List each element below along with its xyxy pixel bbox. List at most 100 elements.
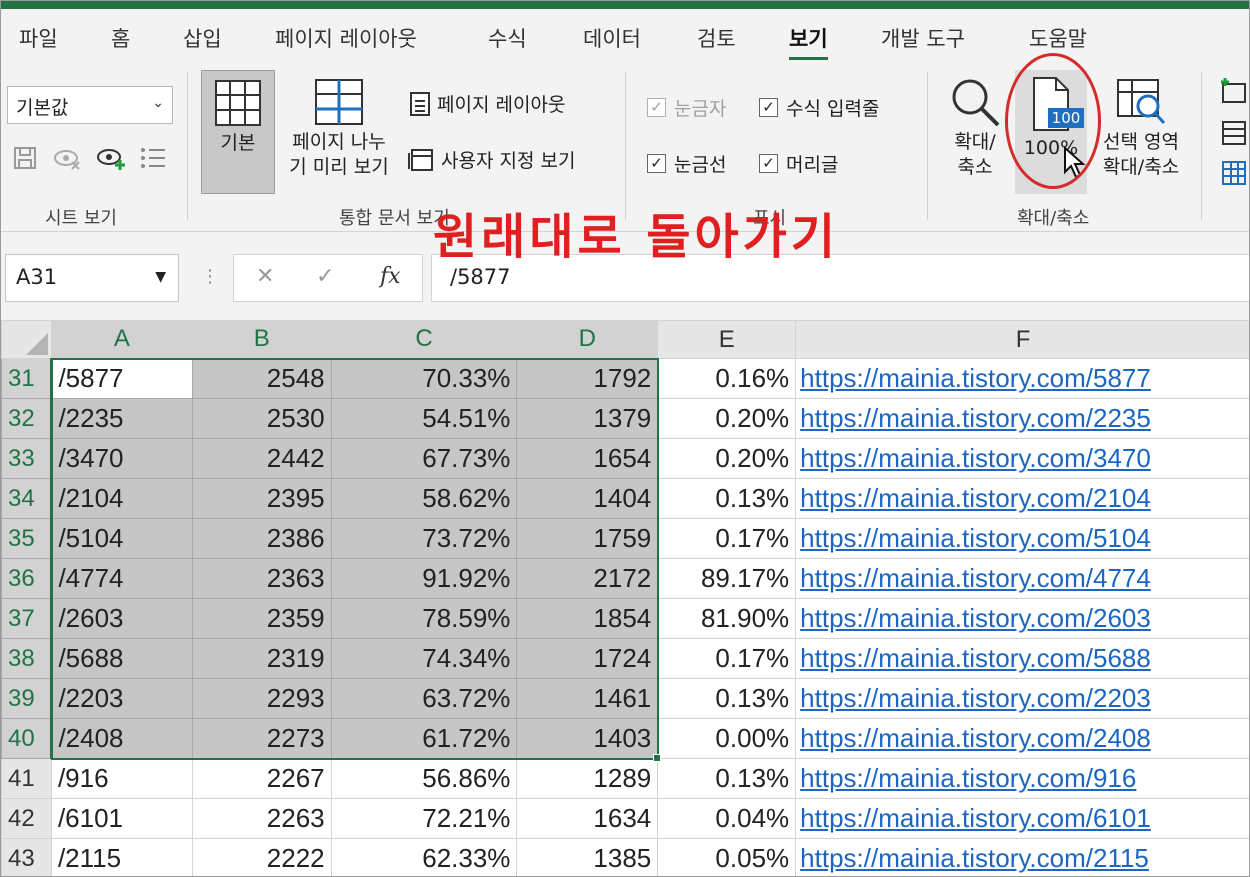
cell-f-link[interactable]: https://mainia.tistory.com/2603 — [795, 598, 1249, 639]
cell-c[interactable]: 56.86% — [330, 758, 518, 799]
cell-e[interactable]: 0.13% — [657, 478, 797, 519]
cell-a[interactable]: /4774 — [50, 558, 193, 599]
cell-e[interactable]: 0.13% — [657, 678, 797, 719]
row-header[interactable]: 33 — [1, 438, 53, 479]
tab-home[interactable]: 홈 — [111, 23, 130, 53]
row-header[interactable]: 31 — [1, 358, 53, 399]
cell-f-link[interactable]: https://mainia.tistory.com/2235 — [795, 398, 1249, 439]
tab-data[interactable]: 데이터 — [583, 23, 641, 53]
row-header[interactable]: 38 — [1, 638, 53, 679]
view-options-icon[interactable] — [137, 142, 169, 174]
cell-c[interactable]: 78.59% — [330, 598, 518, 639]
custom-views-button[interactable]: 사용자 지정 보기 — [407, 146, 575, 173]
cell-f-link[interactable]: https://mainia.tistory.com/3470 — [795, 438, 1249, 479]
column-header-e[interactable]: E — [657, 320, 797, 359]
cell-b[interactable]: 2395 — [191, 478, 332, 519]
cell-d[interactable]: 1385 — [516, 838, 659, 876]
page-break-preview-button[interactable]: 페이지 나누 기 미리 보기 — [277, 70, 401, 194]
fill-handle[interactable] — [653, 754, 661, 762]
cell-d[interactable]: 1461 — [516, 678, 659, 719]
cell-f-link[interactable]: https://mainia.tistory.com/5104 — [795, 518, 1249, 559]
cell-c[interactable]: 58.62% — [330, 478, 518, 519]
cell-f-link[interactable]: https://mainia.tistory.com/2408 — [795, 718, 1249, 759]
cell-e[interactable]: 0.17% — [657, 518, 797, 559]
ruler-checkbox[interactable]: ✓ 눈금자 — [647, 94, 726, 121]
cell-c[interactable]: 74.34% — [330, 638, 518, 679]
headings-checkbox[interactable]: ✓ 머리글 — [759, 150, 838, 177]
arrange-all-icon[interactable] — [1219, 120, 1247, 150]
tab-file[interactable]: 파일 — [19, 23, 58, 53]
cell-b[interactable]: 2530 — [191, 398, 332, 439]
cell-b[interactable]: 2319 — [191, 638, 332, 679]
new-view-icon[interactable] — [95, 142, 127, 174]
column-header-a[interactable]: A — [50, 320, 193, 360]
row-header[interactable]: 34 — [1, 478, 53, 519]
cell-a[interactable]: /5688 — [50, 638, 193, 679]
tab-view[interactable]: 보기 — [789, 23, 828, 60]
cell-d[interactable]: 1634 — [516, 798, 659, 839]
cell-a[interactable]: /5877 — [50, 358, 193, 399]
cell-e[interactable]: 0.13% — [657, 758, 797, 799]
tab-review[interactable]: 검토 — [697, 23, 736, 53]
cell-a[interactable]: /3470 — [50, 438, 193, 479]
cell-d[interactable]: 1792 — [516, 358, 659, 399]
column-header-c[interactable]: C — [330, 320, 518, 360]
cell-f-link[interactable]: https://mainia.tistory.com/4774 — [795, 558, 1249, 599]
cell-a[interactable]: /2603 — [50, 598, 193, 639]
cell-b[interactable]: 2273 — [191, 718, 332, 759]
cell-d[interactable]: 1854 — [516, 598, 659, 639]
cell-f-link[interactable]: https://mainia.tistory.com/6101 — [795, 798, 1249, 839]
cell-a[interactable]: /2408 — [50, 718, 193, 759]
cell-c[interactable]: 62.33% — [330, 838, 518, 876]
cell-c[interactable]: 54.51% — [330, 398, 518, 439]
cell-c[interactable]: 67.73% — [330, 438, 518, 479]
column-header-d[interactable]: D — [516, 320, 659, 360]
cell-d[interactable]: 2172 — [516, 558, 659, 599]
cell-f-link[interactable]: https://mainia.tistory.com/916 — [795, 758, 1249, 799]
cell-d[interactable]: 1289 — [516, 758, 659, 799]
tab-page-layout[interactable]: 페이지 레이아웃 — [275, 23, 417, 53]
cell-e[interactable]: 89.17% — [657, 558, 797, 599]
cell-c[interactable]: 91.92% — [330, 558, 518, 599]
row-header[interactable]: 40 — [1, 718, 53, 759]
row-header[interactable]: 42 — [1, 798, 52, 839]
new-window-icon[interactable] — [1219, 78, 1247, 108]
exit-view-icon[interactable] — [51, 142, 83, 174]
row-header[interactable]: 41 — [1, 758, 52, 799]
cell-b[interactable]: 2363 — [191, 558, 332, 599]
cell-e[interactable]: 0.00% — [657, 718, 797, 759]
row-header[interactable]: 35 — [1, 518, 53, 559]
row-header[interactable]: 32 — [1, 398, 53, 439]
cell-e[interactable]: 0.20% — [657, 398, 797, 439]
cell-a[interactable]: /2203 — [50, 678, 193, 719]
cell-b[interactable]: 2359 — [191, 598, 332, 639]
cell-a[interactable]: /2115 — [50, 838, 193, 876]
cell-a[interactable]: /916 — [50, 758, 193, 799]
cell-c[interactable]: 73.72% — [330, 518, 518, 559]
cell-b[interactable]: 2222 — [191, 838, 332, 876]
cell-e[interactable]: 0.17% — [657, 638, 797, 679]
cell-e[interactable]: 0.04% — [657, 798, 797, 839]
tab-help[interactable]: 도움말 — [1029, 23, 1087, 53]
cell-d[interactable]: 1724 — [516, 638, 659, 679]
row-header[interactable]: 36 — [1, 558, 53, 599]
cell-f-link[interactable]: https://mainia.tistory.com/5877 — [795, 358, 1249, 399]
cell-f-link[interactable]: https://mainia.tistory.com/2203 — [795, 678, 1249, 719]
page-layout-view-button[interactable]: 페이지 레이아웃 — [409, 90, 565, 117]
gridlines-checkbox[interactable]: ✓ 눈금선 — [647, 150, 726, 177]
cell-f-link[interactable]: https://mainia.tistory.com/2104 — [795, 478, 1249, 519]
tab-developer[interactable]: 개발 도구 — [881, 23, 965, 53]
cell-b[interactable]: 2442 — [191, 438, 332, 479]
cell-d[interactable]: 1759 — [516, 518, 659, 559]
tab-insert[interactable]: 삽입 — [183, 23, 222, 53]
select-all-button[interactable] — [1, 320, 52, 359]
cancel-icon[interactable]: ✕ — [256, 264, 274, 289]
name-box[interactable]: A31 ▼ — [5, 254, 179, 302]
column-header-b[interactable]: B — [191, 320, 332, 360]
cell-a[interactable]: /6101 — [50, 798, 193, 839]
zoom-button[interactable]: 확대/ 축소 — [941, 70, 1009, 194]
cell-a[interactable]: /2235 — [50, 398, 193, 439]
cell-b[interactable]: 2548 — [191, 358, 332, 399]
cell-d[interactable]: 1403 — [516, 718, 659, 759]
cell-d[interactable]: 1654 — [516, 438, 659, 479]
